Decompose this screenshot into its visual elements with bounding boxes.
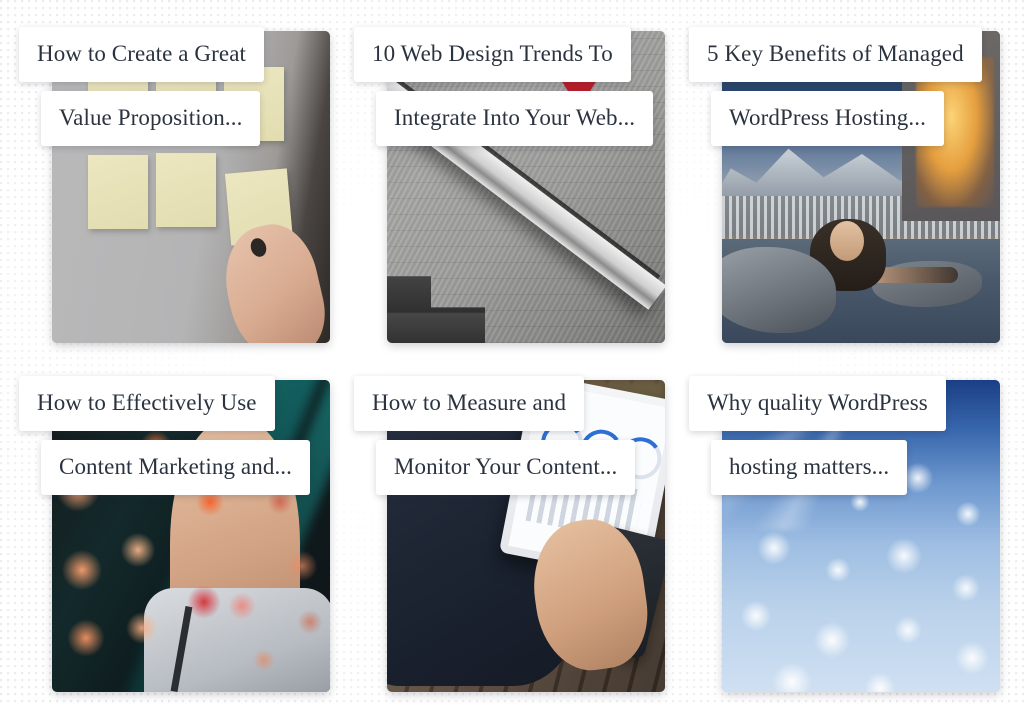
post-title-line-2: Integrate Into Your Web...	[376, 91, 654, 146]
post-title-line-2: WordPress Hosting...	[711, 91, 944, 146]
post-title-line-2: Monitor Your Content...	[376, 440, 636, 495]
post-card[interactable]: How to Effectively Use Content Marketing…	[19, 349, 354, 698]
post-title-line-2: Content Marketing and...	[41, 440, 310, 495]
post-card[interactable]: 5 Key Benefits of Managed WordPress Host…	[689, 0, 1024, 349]
person-face	[830, 221, 864, 261]
post-title-line-1: How to Measure and	[354, 376, 585, 431]
post-title-line-2: Value Proposition...	[41, 91, 261, 146]
post-title-line-2: hosting matters...	[711, 440, 908, 495]
post-card[interactable]: How to Measure and Monitor Your Content.…	[354, 349, 689, 698]
post-title-line-1: 10 Web Design Trends To	[354, 27, 631, 82]
sticky-note	[156, 153, 216, 227]
post-title-line-1: 5 Key Benefits of Managed	[689, 27, 982, 82]
post-card[interactable]: How to Create a Great Value Proposition.…	[19, 0, 354, 349]
sticky-note	[88, 155, 148, 229]
post-title-line-1: How to Effectively Use	[19, 376, 275, 431]
post-title-line-1: Why quality WordPress	[689, 376, 946, 431]
post-card[interactable]: Why quality WordPress hosting matters...	[689, 349, 1024, 698]
post-card-grid: How to Create a Great Value Proposition.…	[19, 0, 1024, 698]
post-card[interactable]: 10 Web Design Trends To Integrate Into Y…	[354, 0, 689, 349]
post-title-line-1: How to Create a Great	[19, 27, 265, 82]
